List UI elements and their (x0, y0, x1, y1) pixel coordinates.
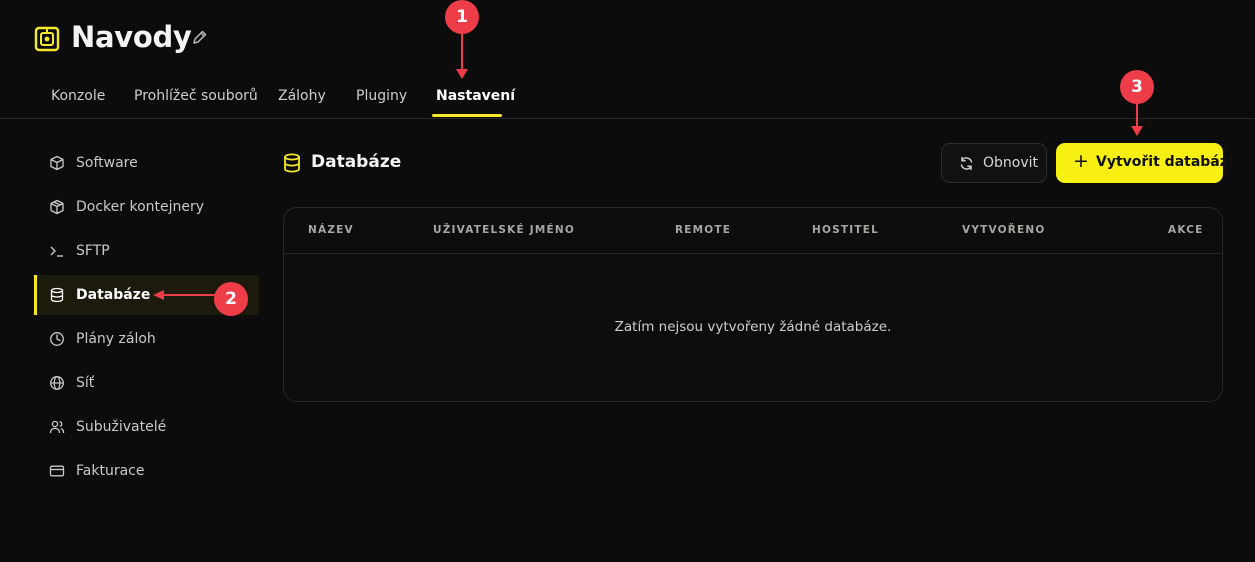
sidebar-item-label: Plány záloh (76, 331, 156, 347)
sidebar-item-label: Software (76, 155, 138, 171)
pencil-icon[interactable] (191, 29, 208, 46)
plus-icon: + (1073, 150, 1089, 172)
tab-settings[interactable]: Nastavení (436, 88, 515, 104)
column-header-host: HOSTITEL (812, 224, 879, 236)
arrow-left-icon (153, 290, 164, 300)
create-database-button[interactable]: + Vytvořit databázi (1056, 143, 1233, 183)
sidebar-item-subusers[interactable]: Subuživatelé (34, 407, 259, 447)
sidebar-item-label: Docker kontejnery (76, 199, 205, 215)
tab-file-browser[interactable]: Prohlížeč souborů (134, 88, 258, 104)
create-database-label: Vytvořit databázi (1096, 154, 1233, 170)
column-header-remote: REMOTE (675, 224, 732, 236)
refresh-button[interactable]: Obnovit (941, 143, 1047, 183)
annotation-arrow-2 (163, 294, 215, 296)
server-icon (34, 26, 60, 52)
sidebar-item-sftp[interactable]: SFTP (34, 231, 259, 271)
annotation-arrow-3 (1136, 103, 1138, 127)
sidebar-item-label: Databáze (76, 287, 151, 303)
column-header-username: UŽIVATELSKÉ JMÉNO (433, 224, 575, 236)
users-icon (49, 420, 65, 434)
empty-state-message: Zatím nejsou vytvořeny žádné databáze. (614, 319, 892, 335)
cube-icon (50, 199, 64, 215)
sidebar-item-network[interactable]: Síť (34, 363, 259, 403)
sidebar-item-label: Fakturace (76, 463, 145, 479)
annotation-marker-3: 3 (1120, 70, 1154, 104)
tab-konzole[interactable]: Konzole (51, 88, 105, 104)
sidebar-item-label: Síť (76, 375, 95, 391)
terminal-icon (50, 246, 63, 257)
annotation-arrow-1 (461, 33, 463, 70)
databases-table: NÁZEV UŽIVATELSKÉ JMÉNO REMOTE HOSTITEL … (283, 207, 1223, 402)
clock-icon (50, 332, 64, 346)
table-header: NÁZEV UŽIVATELSKÉ JMÉNO REMOTE HOSTITEL … (284, 208, 1222, 254)
tab-backups[interactable]: Zálohy (278, 88, 326, 104)
sidebar-item-label: Subuživatelé (76, 419, 167, 435)
annotation-marker-1: 1 (445, 0, 479, 34)
tab-plugins[interactable]: Pluginy (356, 88, 407, 104)
refresh-icon (960, 156, 973, 171)
annotation-marker-2: 2 (214, 282, 248, 316)
server-header: Navody Konzole Prohlížeč souborů Zálohy … (0, 0, 1255, 119)
column-header-created: VYTVOŘENO (962, 224, 1046, 236)
globe-icon (50, 376, 64, 390)
box-icon (50, 155, 64, 171)
arrow-down-icon (456, 69, 468, 79)
page-title: Databáze (311, 152, 402, 172)
database-icon (50, 287, 64, 303)
sidebar-item-software[interactable]: Software (34, 143, 259, 183)
server-title: Navody (71, 20, 192, 54)
credit-card-icon (49, 465, 65, 477)
sidebar-item-label: SFTP (76, 243, 110, 259)
sidebar-item-backup-schedules[interactable]: Plány záloh (34, 319, 259, 359)
arrow-down-icon (1131, 126, 1143, 136)
column-header-name: NÁZEV (308, 224, 354, 236)
sidebar-item-billing[interactable]: Fakturace (34, 451, 259, 491)
refresh-label: Obnovit (983, 155, 1039, 171)
sidebar-item-docker[interactable]: Docker kontejnery (34, 187, 259, 227)
active-tab-indicator (432, 114, 502, 117)
column-header-actions: AKCE (1168, 224, 1204, 236)
database-icon (284, 153, 300, 173)
